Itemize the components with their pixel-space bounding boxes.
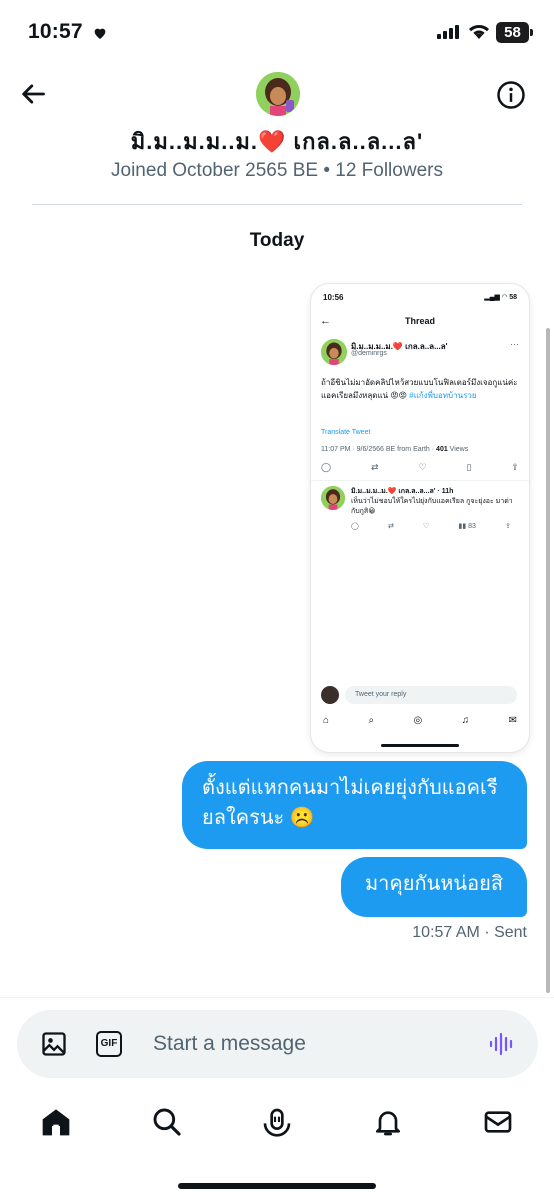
screenshot-action-bar: ◯ ⇄ ♡ ▯ ⇪ <box>321 462 519 473</box>
screenshot-reply-avatar <box>321 486 345 510</box>
screenshot-reply-share-icon: ⇪ <box>505 523 511 530</box>
screenshot-reply-retweet-icon: ⇄ <box>388 523 394 530</box>
home-icon[interactable] <box>40 1106 72 1138</box>
screenshot-reply-box: Tweet your reply <box>345 686 517 704</box>
screenshot-views-label: Views <box>447 446 469 453</box>
screenshot-views-count: 401 <box>436 446 448 453</box>
screenshot-reply-name: มิ.ม..ม.ม..ม.❤️ เกล.ล..ล...ล' · 11h <box>351 488 454 495</box>
wifi-icon <box>469 25 489 39</box>
screenshot-tweet-info: 11:07 PM · 9/6/2566 BE from Earth · 401 … <box>321 446 468 453</box>
screenshot-search-icon: ⌕ <box>368 715 375 726</box>
shared-screenshot-image[interactable]: 10:56 ▂▄▆ ◠ 58 ← Thread มิ.ม..ม.ม..ม.❤️ … <box>311 284 529 752</box>
screenshot-bell-icon: ♫ <box>461 715 470 726</box>
screenshot-more-icon: ··· <box>510 339 519 349</box>
screenshot-reply-reply-icon: ◯ <box>351 523 359 530</box>
screenshot-home-icon: ⌂ <box>323 715 330 726</box>
screenshot-avatar <box>321 339 347 365</box>
screenshot-spaces-icon: ◎ <box>413 715 423 726</box>
screenshot-title: Thread <box>404 316 435 326</box>
screenshot-my-avatar <box>321 686 339 704</box>
image-icon[interactable] <box>40 1030 68 1058</box>
status-time: 10:57 <box>28 20 83 43</box>
signal-icon <box>437 25 459 39</box>
profile-name[interactable]: มิ.ม..ม.ม..ม.❤️ เกล.ล..ล...ล' <box>0 124 554 159</box>
avatar[interactable] <box>256 72 300 116</box>
screenshot-like-icon: ♡ <box>418 462 427 472</box>
voice-message-icon[interactable] <box>489 1031 515 1057</box>
avatar-image <box>256 72 300 116</box>
header-divider <box>32 204 522 205</box>
composer-divider <box>0 997 554 998</box>
screenshot-tweet-text: ถ้าอีชินไม่มาอัดคลิปไหว้สวยแบบโนฟิลเตอร์… <box>321 376 521 402</box>
back-arrow-icon[interactable] <box>19 80 47 108</box>
screenshot-hashtag: #แก้งพี่บอทบ้านรวย <box>409 391 477 400</box>
message-status: 10:57 AM · Sent <box>412 924 527 941</box>
screenshot-reply-text: เห็นว่าไม่ชอบให้ใครไปยุ่งกับแอคเรียล กูจ… <box>351 498 513 515</box>
screenshot-share-icon: ⇪ <box>511 462 519 472</box>
bottom-nav <box>0 1100 554 1144</box>
search-icon[interactable] <box>151 1106 183 1138</box>
notifications-bell-icon[interactable] <box>372 1106 404 1138</box>
spaces-icon[interactable] <box>261 1106 293 1138</box>
screenshot-reply-views-count: 83 <box>468 523 476 530</box>
screenshot-retweet-icon: ⇄ <box>371 462 379 472</box>
screenshot-tab-bar: ⌂ ⌕ ◎ ♫ ✉ <box>323 715 517 726</box>
info-icon[interactable] <box>496 80 526 110</box>
scrollbar[interactable] <box>546 328 550 993</box>
message-input[interactable] <box>153 1028 453 1060</box>
message-bubble[interactable]: ตั้งแต่แหกคนมาไม่เคยยุ่งกับแอคเรียลใครนะ… <box>182 761 527 849</box>
message-composer: GIF <box>17 1010 538 1078</box>
screenshot-mail-icon: ✉ <box>508 715 517 726</box>
screenshot-author-handle: @deminrgs <box>351 350 387 357</box>
date-separator: Today <box>249 230 305 251</box>
screenshot-home-indicator <box>381 744 459 747</box>
screenshot-status-time: 10:56 <box>323 293 344 302</box>
messages-mail-icon[interactable] <box>482 1106 514 1138</box>
screenshot-reply-views: ▮▮ 83 <box>458 523 476 530</box>
screenshot-reply-icon: ◯ <box>321 462 332 472</box>
profile-meta: Joined October 2565 BE • 12 Followers <box>111 160 443 181</box>
screenshot-battery: 58 <box>509 294 517 301</box>
screenshot-reply-like-icon: ♡ <box>423 523 430 530</box>
screenshot-tweet-date: 11:07 PM · 9/6/2566 BE from Earth · <box>321 446 437 453</box>
message-bubble[interactable]: มาคุยกันหน่อยสิ <box>341 857 527 917</box>
heart-icon <box>94 28 106 39</box>
home-indicator <box>178 1183 376 1189</box>
status-bar: 10:57 58 <box>0 0 554 66</box>
screenshot-reply-actions: ◯ ⇄ ♡ ▮▮ 83 ⇪ <box>351 522 511 530</box>
screenshot-bookmark-icon: ▯ <box>466 462 472 472</box>
battery-indicator: 58 <box>496 22 533 43</box>
screenshot-divider <box>311 480 529 481</box>
screenshot-translate: Translate Tweet <box>321 429 371 436</box>
screenshot-status-icons: ▂▄▆ ◠ 58 <box>484 294 517 301</box>
gif-icon[interactable]: GIF <box>96 1031 122 1057</box>
